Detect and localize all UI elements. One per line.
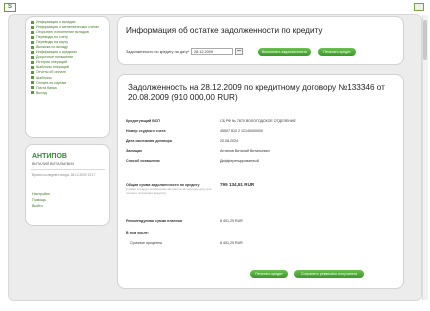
menu-item-label: Информация о кредитах bbox=[36, 50, 77, 55]
user-box: АНТИПОВ ВИТАЛИЙ ВИТАЛЬЕВИЧ Время последн… bbox=[25, 144, 110, 226]
menu-item-label: Шаблоны операций bbox=[36, 65, 69, 70]
print-button[interactable]: Печатать кредит bbox=[250, 270, 288, 278]
date-input[interactable] bbox=[191, 48, 233, 55]
display-debt-button[interactable]: Выполнить задолженность bbox=[258, 48, 311, 56]
filter-box: Информация об остатке задолженности по к… bbox=[117, 16, 404, 65]
save-recipient-button[interactable]: Сохранить реквизиты получателя bbox=[294, 270, 364, 278]
menu-item-label: Открытие/ пополнение вкладов bbox=[36, 30, 89, 35]
menu-item-label: Информация о металлических счетах bbox=[36, 25, 100, 30]
bullet-icon bbox=[31, 25, 34, 29]
menu-item-label: Информация о вкладах bbox=[36, 20, 76, 24]
divider bbox=[31, 169, 105, 170]
user-name: АНТИПОВ bbox=[32, 153, 67, 160]
bullet-icon bbox=[31, 40, 34, 44]
bullet-icon bbox=[31, 81, 34, 85]
bullet-icon bbox=[31, 55, 34, 59]
bank-logo: S bbox=[4, 3, 16, 12]
menu-item-label: Досрочное погашение bbox=[36, 55, 74, 60]
bullet-icon bbox=[31, 65, 34, 69]
debt-details: Задолженность на 28.12.2009 по кредитном… bbox=[117, 74, 404, 289]
bullet-icon bbox=[31, 71, 34, 75]
menu-item-label: Почта банка bbox=[36, 85, 57, 90]
menu-item-label: Переводы по счету bbox=[36, 35, 68, 40]
menu-list: Информация о вкладах Информация о металли… bbox=[26, 17, 109, 96]
bullet-icon bbox=[31, 86, 34, 90]
page-title: Информация об остатке задолженности по к… bbox=[126, 26, 323, 35]
menu-item[interactable]: Выход bbox=[31, 91, 106, 96]
menu-item-label: Шаблоны bbox=[36, 75, 52, 80]
date-label: Задолженность по кредиту на дату* bbox=[126, 50, 190, 54]
print-button-top[interactable]: Печатать кредит bbox=[318, 48, 356, 56]
menu-item-label: Переводы на карту bbox=[36, 40, 69, 45]
last-login-info: Время последнего входа: 28.12.2009 13:17 bbox=[32, 173, 96, 177]
bullet-icon bbox=[31, 45, 34, 49]
user-links: Настройки Помощь Выйти bbox=[32, 191, 50, 209]
bullet-icon bbox=[31, 30, 34, 34]
bullet-icon bbox=[31, 76, 34, 80]
debt-title: Задолженность на 28.12.2009 по кредитном… bbox=[128, 83, 385, 102]
menu-item-label: Выписка по вкладу bbox=[36, 45, 68, 50]
calendar-icon[interactable] bbox=[235, 48, 243, 55]
bullet-icon bbox=[31, 35, 34, 39]
menu-item-label: Отчеты об оплате bbox=[36, 70, 67, 75]
user-link-logout[interactable]: Выйти bbox=[32, 203, 50, 209]
total-debt-note: (сумма, которую необходимо заплатить на … bbox=[126, 187, 212, 195]
window-control-icon[interactable] bbox=[414, 3, 424, 11]
scrollbar-thumb[interactable] bbox=[423, 20, 427, 60]
bullet-icon bbox=[31, 20, 34, 24]
menu-item-label: Выход bbox=[36, 90, 47, 95]
bullet-icon bbox=[31, 60, 34, 64]
side-menu: Информация о вкладах Информация о металли… bbox=[25, 16, 110, 138]
menu-item-label: История операций bbox=[36, 60, 67, 65]
user-subname: ВИТАЛИЙ ВИТАЛЬЕВИЧ bbox=[32, 162, 75, 166]
bullet-icon bbox=[31, 91, 34, 95]
bullet-icon bbox=[31, 50, 34, 54]
menu-item-label: Оплата по картам bbox=[36, 80, 66, 85]
top-bar: S bbox=[0, 0, 430, 14]
